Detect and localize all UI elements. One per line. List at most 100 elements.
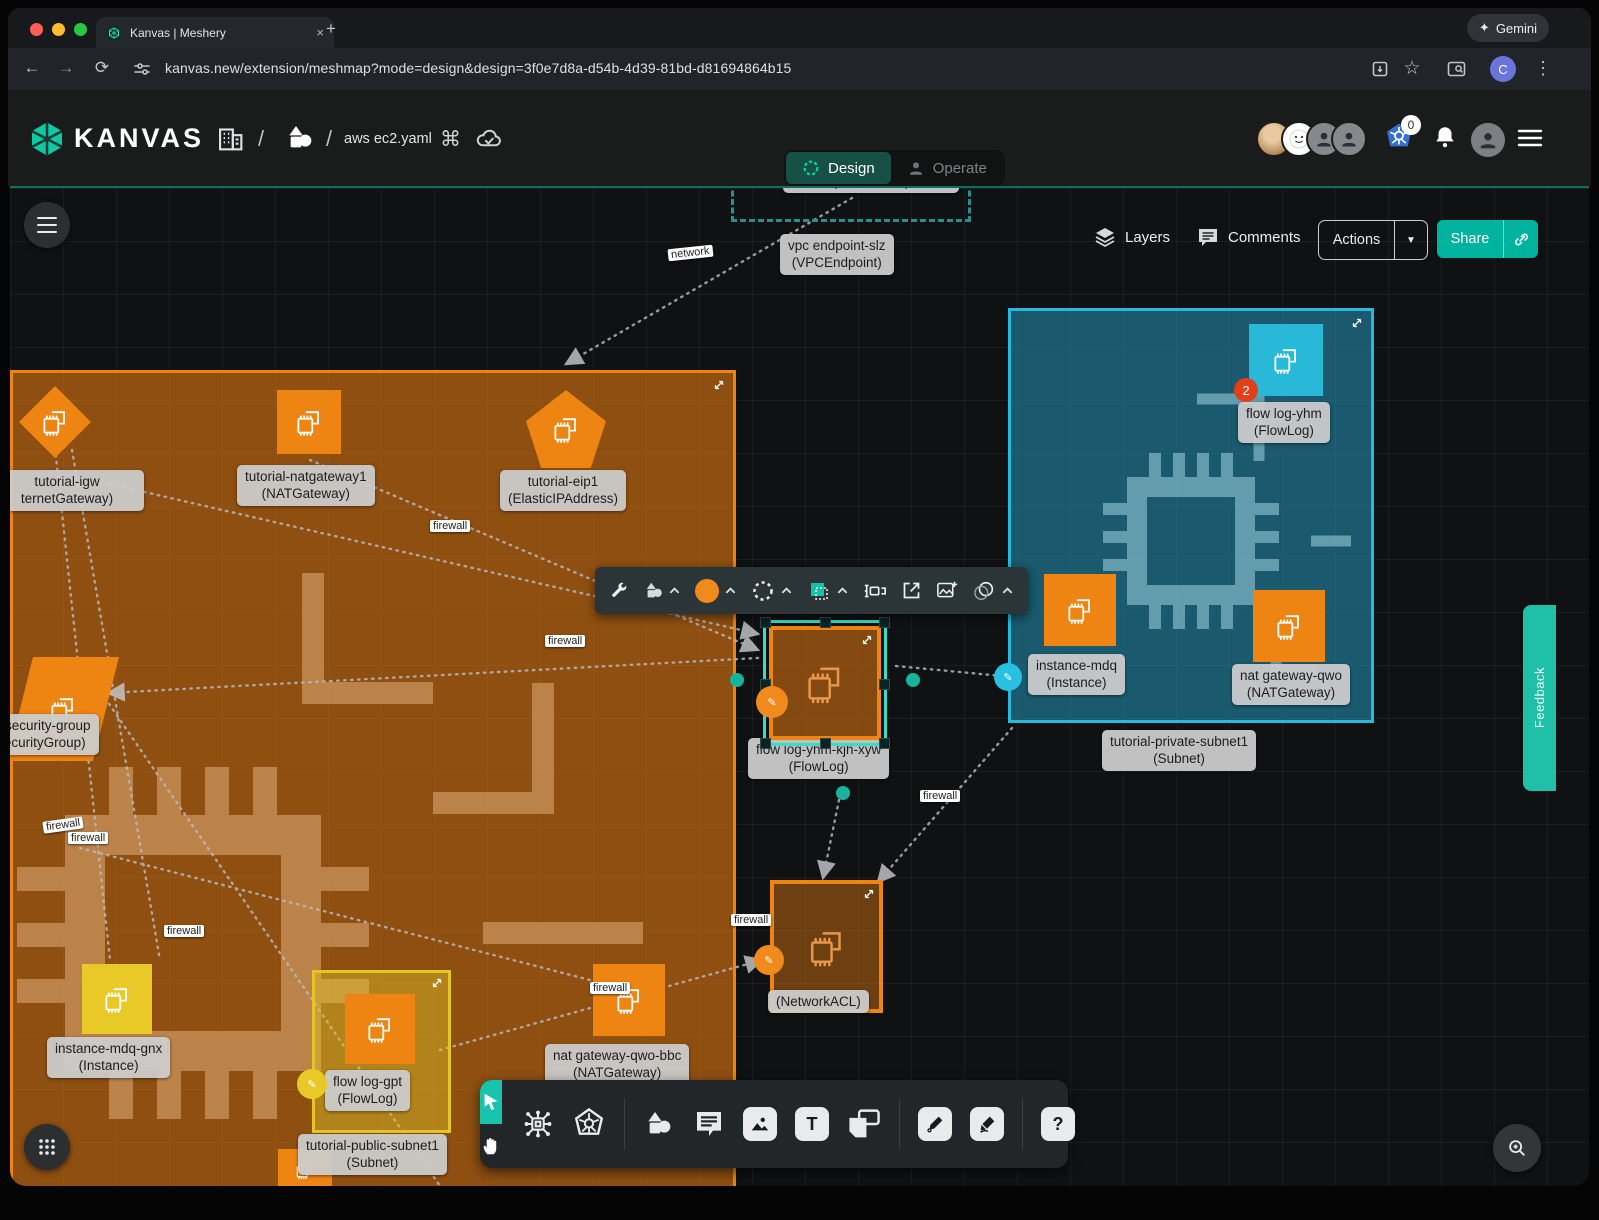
guide-dot-bottom — [836, 786, 850, 800]
keyboard-shortcuts-icon[interactable]: ⌘ — [440, 127, 461, 152]
node-tutorial-natgateway1[interactable] — [277, 390, 341, 454]
help-tool[interactable]: ? — [1041, 1107, 1075, 1141]
nat-gateway-qwo-bbc-label[interactable]: nat gateway-qwo-bbc (NATGateway) — [545, 1044, 689, 1085]
kanvas-logo-icon[interactable] — [28, 120, 66, 158]
flow-log-gpt-label[interactable]: flow log-gpt (FlowLog) — [325, 1070, 410, 1111]
tools-icon[interactable] — [609, 581, 629, 601]
resize-handle-e[interactable] — [879, 679, 890, 690]
site-settings-icon[interactable] — [132, 59, 152, 79]
node-flow-log-gpt[interactable] — [345, 994, 415, 1064]
selection-appearance-button[interactable] — [807, 579, 849, 603]
kubernetes-context-button[interactable]: 0 — [1383, 121, 1415, 153]
border-style-button[interactable] — [751, 579, 793, 603]
lasso-tool-button[interactable] — [973, 580, 1014, 602]
flow-log-yhm-label[interactable]: flow log-yhm (FlowLog) — [1238, 402, 1330, 443]
design-label: Design — [828, 160, 875, 177]
browser-menu-icon[interactable]: ⋮ — [1531, 58, 1555, 79]
reload-icon[interactable]: ⟳ — [90, 58, 114, 78]
fill-color-button[interactable] — [695, 579, 737, 603]
side-panel-search-icon[interactable] — [1446, 59, 1467, 79]
node-context-toolbar — [595, 567, 1028, 614]
url-text[interactable]: kanvas.new/extension/meshmap?mode=design… — [165, 60, 791, 76]
select-cursor-tool[interactable] — [480, 1080, 502, 1124]
share-button[interactable]: Share — [1437, 220, 1504, 258]
comment-tool[interactable] — [693, 1108, 725, 1140]
designs-icon[interactable] — [284, 122, 316, 154]
resize-handle-nw[interactable] — [760, 617, 771, 628]
flow-log-selected-edit-handle[interactable]: ✎ — [756, 686, 788, 718]
resize-handle-ne[interactable] — [879, 617, 890, 628]
pan-hand-tool[interactable] — [480, 1124, 502, 1168]
minimize-window-button[interactable] — [52, 23, 65, 36]
tutorial-natgateway1-label[interactable]: tutorial-natgateway1 (NATGateway) — [237, 465, 375, 506]
internet-gateway-label[interactable]: tutorial-igw ternetGateway) — [10, 470, 144, 511]
open-in-new-icon[interactable] — [901, 580, 922, 601]
actions-dropdown-button[interactable]: ▼ — [1395, 221, 1427, 259]
back-icon[interactable]: ← — [20, 58, 44, 78]
close-window-button[interactable] — [30, 23, 43, 36]
layers-button[interactable]: Layers — [1093, 225, 1170, 249]
forward-icon[interactable]: → — [54, 58, 78, 78]
new-tab-button[interactable]: + — [326, 19, 336, 39]
kubernetes-tool[interactable] — [572, 1107, 606, 1141]
instance-mdq-gnx-label[interactable]: instance-mdq-gnx (Instance) — [47, 1037, 170, 1078]
tutorial-eip1-label[interactable]: tutorial-eip1 (ElasticIPAddress) — [500, 470, 626, 511]
add-image-icon[interactable] — [936, 580, 959, 601]
node-instance-mdq-gnx[interactable] — [82, 964, 152, 1034]
actions-button[interactable]: Actions — [1319, 221, 1395, 259]
text-tool[interactable]: T — [795, 1107, 829, 1141]
zoom-button[interactable] — [1493, 1124, 1541, 1172]
shapes-menu-button[interactable] — [643, 580, 681, 602]
node-nat-gateway-qwo-bbc[interactable] — [593, 964, 665, 1036]
rename-icon[interactable] — [863, 581, 887, 601]
pen-tool[interactable] — [918, 1107, 952, 1141]
browser-tab[interactable]: Kanvas | Meshery × — [96, 17, 334, 48]
canvas-menu-button[interactable] — [24, 202, 70, 248]
cloud-sync-icon — [474, 124, 504, 154]
resize-handle-s[interactable] — [820, 738, 831, 749]
resize-handle-n[interactable] — [820, 617, 831, 628]
resize-handle-se[interactable] — [879, 738, 890, 749]
image-tool[interactable] — [743, 1107, 777, 1141]
network-acl-label[interactable]: (NetworkACL) — [768, 990, 869, 1013]
vpc-endpoint-label[interactable]: vpc endpoint-slz (VPCEndpoint) — [780, 234, 894, 275]
private-subnet-edit-handle[interactable]: ✎ — [994, 663, 1022, 691]
security-group-label[interactable]: al-security-group SecurityGroup) — [10, 714, 99, 755]
nat-gateway-qwo-label[interactable]: nat gateway-qwo (NATGateway) — [1232, 664, 1350, 705]
tab-design[interactable]: Design — [786, 152, 891, 184]
network-acl-edit-handle[interactable]: ✎ — [754, 945, 784, 975]
private-subnet-label[interactable]: tutorial-private-subnet1 (Subnet) — [1102, 730, 1256, 771]
browser-profile-avatar[interactable]: C — [1490, 56, 1516, 82]
instance-mdq-label[interactable]: instance-mdq (Instance) — [1028, 654, 1125, 695]
feedback-tab[interactable]: Feedback — [1523, 605, 1556, 791]
sticky-note-tool[interactable] — [847, 1108, 881, 1140]
pencil-tool[interactable] — [970, 1107, 1004, 1141]
design-canvas[interactable]: Layers Comments Actions ▼ Share (RouteTa… — [10, 186, 1589, 1186]
close-tab-icon[interactable]: × — [316, 25, 324, 40]
organization-icon[interactable] — [213, 120, 247, 156]
node-flow-log-selected[interactable] — [763, 620, 887, 746]
design-file-name[interactable]: aws ec2.yaml — [344, 131, 432, 147]
component-tool[interactable] — [522, 1108, 554, 1140]
copy-link-button[interactable] — [1504, 220, 1538, 258]
flow-log-gpt-edit-handle[interactable]: ✎ — [297, 1069, 327, 1099]
user-avatar[interactable] — [1469, 121, 1507, 159]
resize-handle-sw[interactable] — [760, 738, 771, 749]
node-instance-mdq[interactable] — [1044, 574, 1116, 646]
notifications-bell-icon[interactable] — [1432, 123, 1458, 151]
app-menu-icon[interactable] — [1516, 126, 1544, 150]
comments-button[interactable]: Comments — [1196, 225, 1301, 249]
tab-operate[interactable]: Operate — [891, 152, 1003, 184]
zoom-window-button[interactable] — [74, 23, 87, 36]
bookmark-star-icon[interactable]: ☆ — [1400, 57, 1424, 80]
public-subnet-label[interactable]: tutorial-public-subnet1 (Subnet) — [298, 1134, 447, 1175]
shapes-tool[interactable] — [643, 1108, 675, 1140]
apps-grid-button[interactable] — [24, 1124, 70, 1170]
node-flow-log-yhm[interactable] — [1249, 324, 1323, 396]
save-page-icon[interactable] — [1370, 59, 1390, 79]
collaborator-avatar-2[interactable] — [1331, 121, 1367, 157]
node-nat-gateway-qwo[interactable] — [1253, 590, 1325, 662]
kanvas-logo-text[interactable]: KANVAS — [74, 123, 204, 154]
route-table-label[interactable]: (RouteTable) — [783, 186, 959, 193]
gemini-button[interactable]: ✦ Gemini — [1467, 14, 1549, 42]
